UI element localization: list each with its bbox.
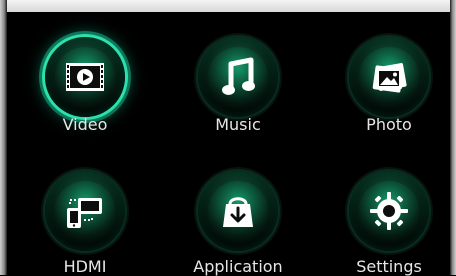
settings-disc — [349, 171, 429, 251]
tile-label: Photo — [366, 115, 412, 134]
tile-label: Application — [193, 257, 283, 276]
music-disc — [198, 37, 278, 117]
home-screen: Video Music Photo HDMI Application Setti… — [0, 0, 456, 275]
tile-settings[interactable]: Settings — [319, 149, 456, 275]
shopping-bag-download-icon — [223, 197, 253, 227]
video-film-icon — [66, 63, 104, 91]
tile-photo[interactable]: Photo — [319, 15, 456, 133]
tile-music[interactable]: Music — [168, 15, 308, 133]
music-note-icon — [222, 57, 255, 95]
gear-icon — [370, 192, 408, 230]
hdmi-disc — [45, 171, 125, 251]
video-disc — [45, 37, 125, 117]
top-bezel — [0, 0, 456, 12]
tile-hdmi[interactable]: HDMI — [15, 149, 155, 275]
application-disc — [198, 171, 278, 251]
left-bezel — [0, 0, 7, 275]
hdmi-screens-icon — [67, 198, 102, 228]
tile-label: HDMI — [63, 257, 107, 276]
tile-label: Music — [215, 115, 261, 134]
photo-disc — [349, 37, 429, 117]
photo-stack-icon — [372, 63, 407, 93]
tile-label: Video — [62, 115, 108, 134]
tile-application[interactable]: Application — [168, 149, 308, 275]
tile-video[interactable]: Video — [15, 15, 155, 133]
tile-label: Settings — [356, 257, 422, 276]
